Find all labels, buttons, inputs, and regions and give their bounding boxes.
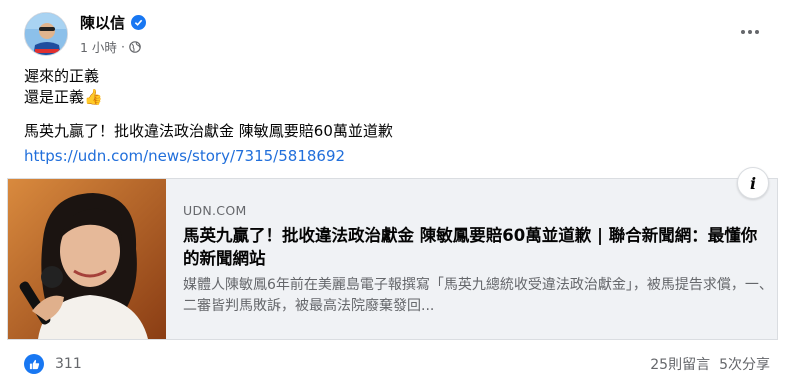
more-dot [748, 30, 752, 34]
post-link[interactable]: https://udn.com/news/story/7315/5818692 [24, 146, 345, 167]
like-icon[interactable] [24, 354, 44, 374]
avatar-image [25, 13, 67, 55]
avatar[interactable] [24, 12, 68, 56]
link-title[interactable]: 馬英九贏了！批收違法政治獻金 陳敏鳳要賠60萬並道歉 | 聯合新聞網：最懂你的新… [183, 224, 768, 270]
post-header: 陳以信 1 小時 · [24, 10, 147, 58]
link-preview-card[interactable]: UDN.COM 馬英九贏了！批收違法政治獻金 陳敏鳳要賠60萬並道歉 | 聯合新… [7, 167, 778, 340]
globe-icon[interactable] [129, 40, 141, 53]
post-footer: 311 25則留言 5次分享 [24, 352, 770, 376]
link-description: 媒體人陳敏鳳6年前在美麗島電子報撰寫「馬英九總統收受違法政治獻金」，被馬提告求償… [183, 277, 773, 314]
post-text: 遲來的正義 還是正義👍 [24, 66, 103, 108]
comment-count[interactable]: 25則留言 [650, 354, 710, 374]
engagement-stats: 25則留言 5次分享 [650, 354, 770, 374]
post-time-row: 1 小時 · [80, 37, 146, 56]
post-text-line: 還是正義👍 [24, 88, 103, 106]
separator-dot: · [120, 39, 125, 54]
author-row: 陳以信 [80, 12, 147, 33]
verified-badge-icon [131, 15, 147, 30]
like-count[interactable]: 311 [55, 356, 82, 372]
link-source: UDN.COM [183, 203, 247, 218]
link-card-body: UDN.COM 馬英九贏了！批收違法政治獻金 陳敏鳳要賠60萬並道歉 | 聯合新… [166, 167, 777, 339]
author-name[interactable]: 陳以信 [80, 12, 125, 33]
post-text-line: 遲來的正義 [24, 67, 100, 85]
more-dot [741, 30, 745, 34]
more-dot [755, 30, 759, 34]
author-meta: 陳以信 1 小時 · [80, 12, 147, 56]
thumbnail-image [8, 179, 166, 339]
more-options-icon[interactable] [738, 20, 762, 44]
post-headline: 馬英九贏了！批收違法政治獻金 陳敏鳳要賠60萬並道歉 [24, 122, 393, 140]
post-timestamp[interactable]: 1 小時 [80, 37, 117, 56]
share-count[interactable]: 5次分享 [719, 354, 770, 374]
link-thumbnail[interactable] [8, 179, 166, 339]
info-icon[interactable]: i [737, 167, 769, 199]
